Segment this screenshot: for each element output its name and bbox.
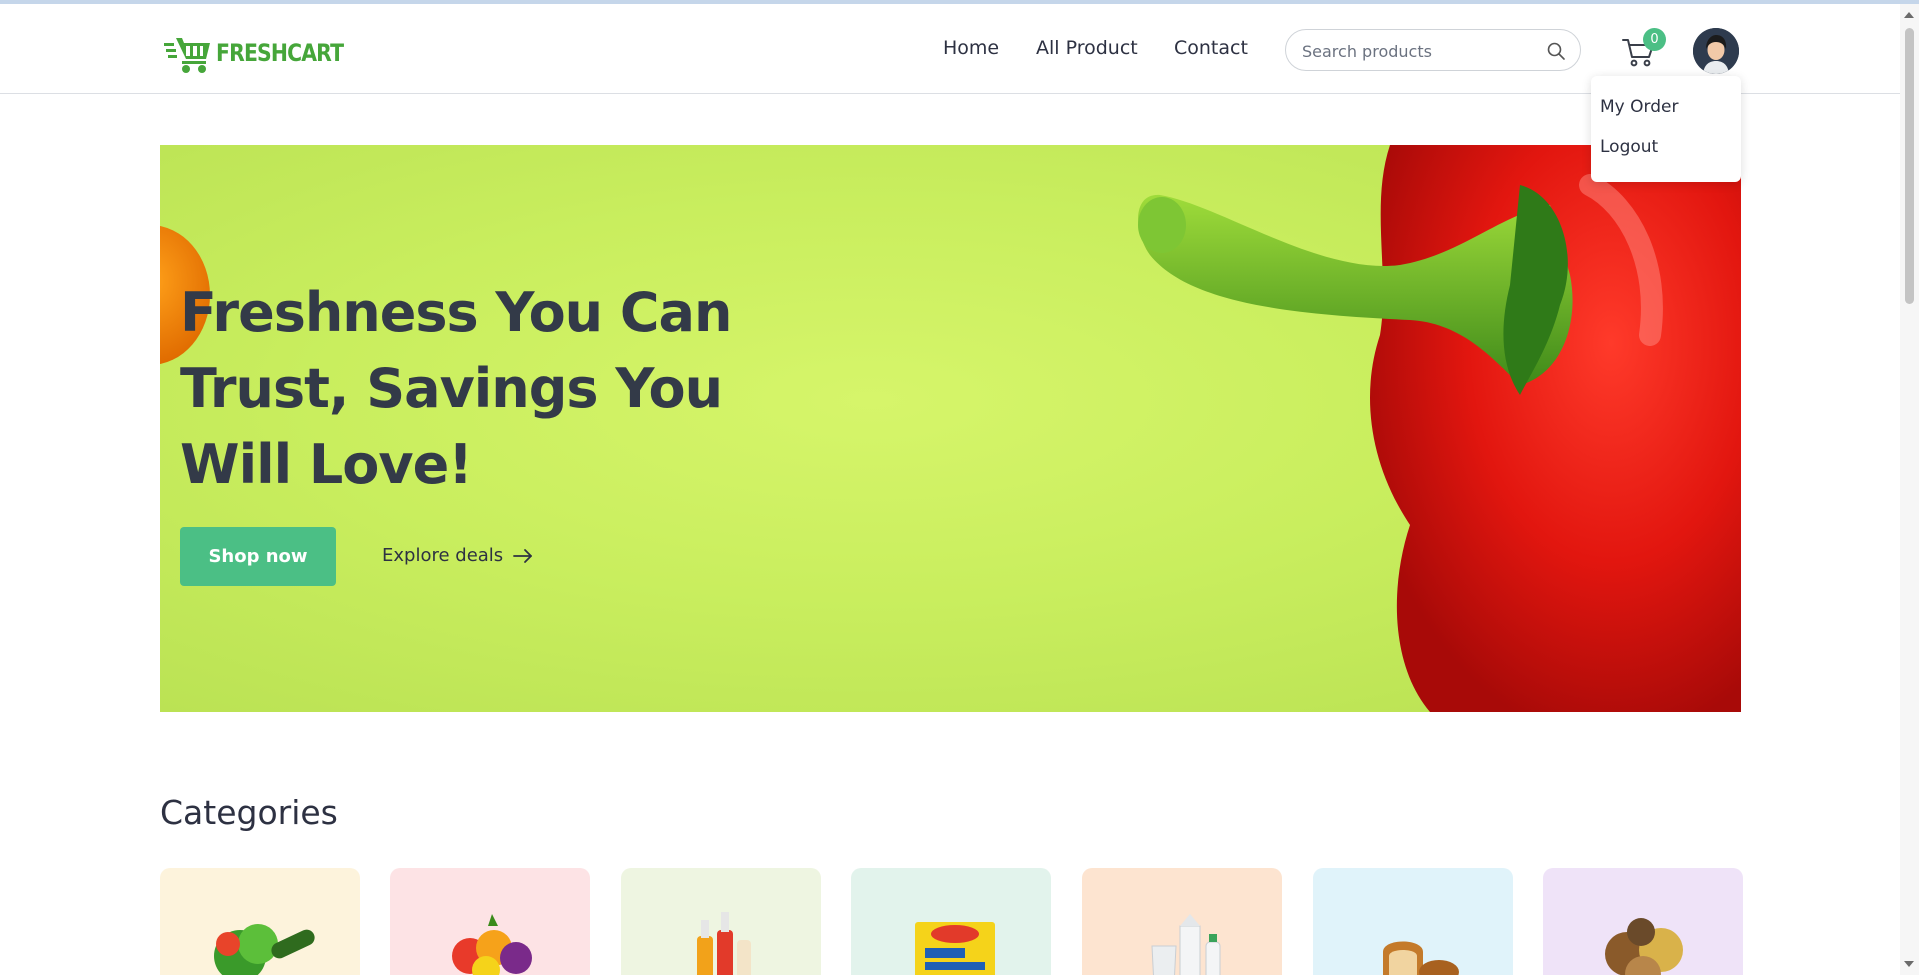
categories-heading: Categories	[160, 793, 338, 832]
category-card-beverages[interactable]	[621, 868, 821, 975]
beverages-icon	[697, 912, 751, 975]
vegetables-icon	[214, 924, 315, 975]
menu-item-my-order[interactable]: My Order	[1600, 97, 1678, 117]
scroll-down-arrow-icon[interactable]	[1904, 961, 1914, 967]
hero-title: Freshness You Can Trust, Savings You Wil…	[180, 281, 732, 496]
hero-banner: Freshness You Can Trust, Savings You Wil…	[160, 145, 1741, 712]
category-card-fruits[interactable]	[390, 868, 590, 975]
brand-logo[interactable]: FRESHCART	[164, 30, 366, 76]
explore-deals-link[interactable]: Explore deals	[382, 545, 533, 566]
menu-item-logout[interactable]: Logout	[1600, 137, 1658, 157]
category-card-dairy[interactable]	[1082, 868, 1282, 975]
category-card-bakery[interactable]	[1313, 868, 1513, 975]
cart-logo-icon	[164, 38, 210, 73]
bakery-icon	[1383, 941, 1459, 975]
explore-deals-label: Explore deals	[382, 545, 504, 566]
noodles-icon	[915, 922, 995, 975]
category-card-noodles[interactable]	[851, 868, 1051, 975]
scrollbar-thumb[interactable]	[1905, 28, 1914, 304]
brand-name: FRESHCART	[216, 39, 344, 67]
grains-icon	[1605, 918, 1683, 975]
scroll-up-arrow-icon[interactable]	[1904, 12, 1914, 18]
nav-all-product[interactable]: All Product	[1036, 37, 1138, 59]
search-box	[1285, 29, 1581, 71]
category-card-grains[interactable]	[1543, 868, 1743, 975]
cart-count-badge: 0	[1643, 28, 1666, 51]
user-dropdown-menu: My Order Logout	[1591, 76, 1741, 182]
nav-contact[interactable]: Contact	[1174, 37, 1248, 59]
search-input[interactable]	[1302, 39, 1542, 63]
search-icon[interactable]	[1546, 41, 1566, 61]
nav-home[interactable]: Home	[943, 37, 999, 59]
dairy-icon	[1151, 914, 1221, 975]
user-avatar-icon	[1693, 28, 1739, 74]
shop-now-button[interactable]: Shop now	[180, 527, 336, 586]
fruits-icon	[452, 914, 532, 975]
categories-list	[160, 868, 1743, 975]
category-card-vegetables[interactable]	[160, 868, 360, 975]
page-scrollbar[interactable]	[1900, 4, 1919, 975]
arrow-right-icon	[513, 548, 533, 563]
user-avatar[interactable]	[1693, 28, 1739, 74]
